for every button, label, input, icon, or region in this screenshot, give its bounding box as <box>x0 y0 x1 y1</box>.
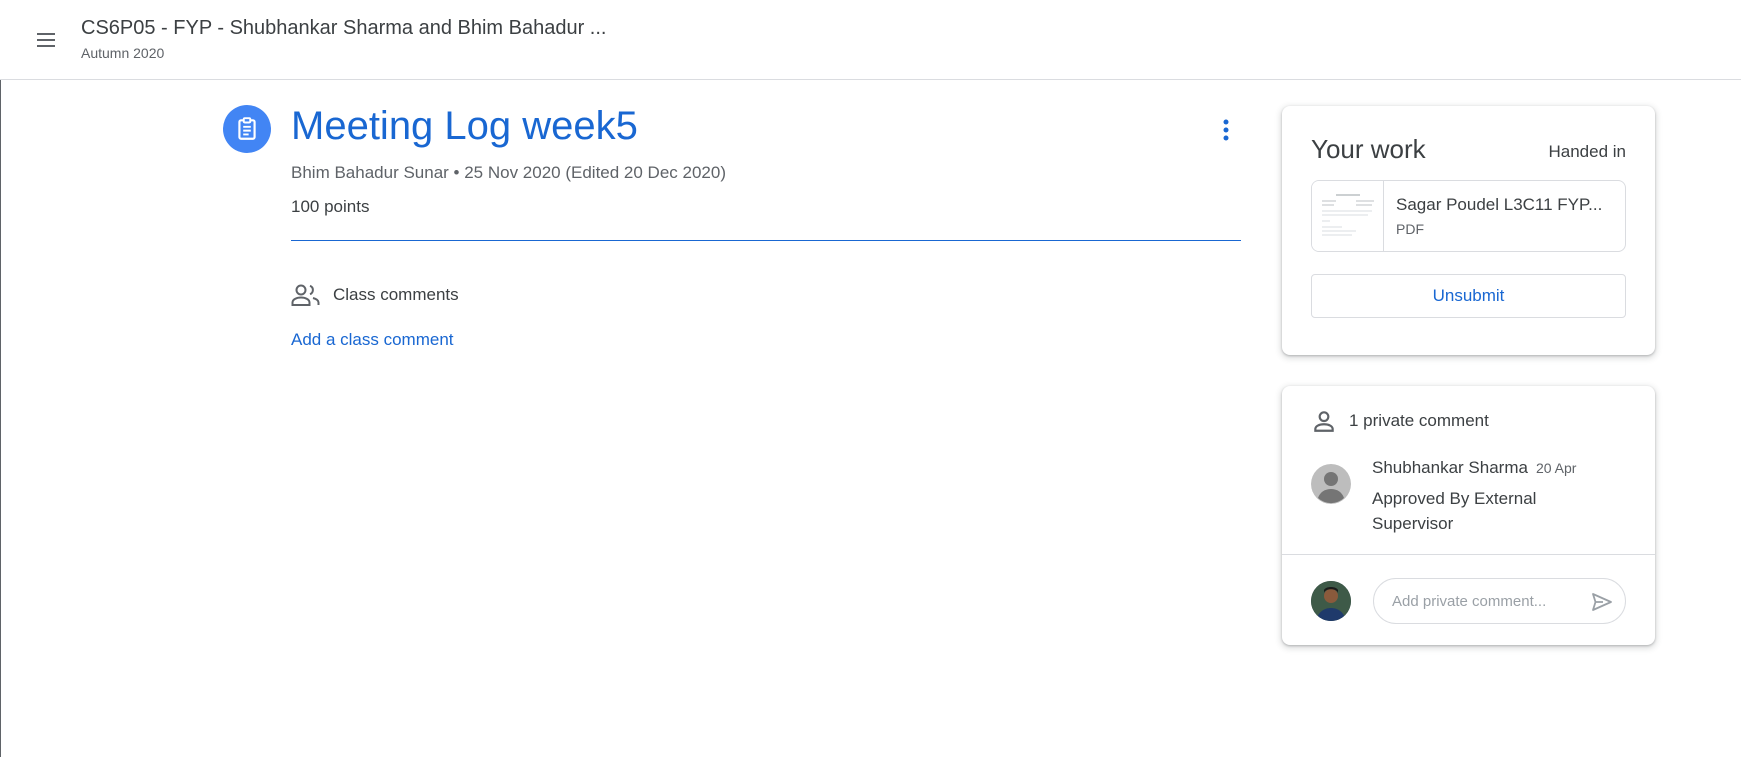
private-comments-header: 1 private comment <box>1311 408 1489 434</box>
work-status: Handed in <box>1548 142 1626 161</box>
attachment-thumbnail <box>1312 181 1384 251</box>
add-class-comment-link[interactable]: Add a class comment <box>291 330 454 350</box>
attachment-type: PDF <box>1396 221 1424 237</box>
more-vert-icon <box>1223 119 1229 141</box>
private-comment-input[interactable] <box>1392 592 1582 610</box>
title-divider <box>291 240 1241 241</box>
private-comments-count: 1 private comment <box>1349 411 1489 430</box>
attachment-card[interactable]: Sagar Poudel L3C11 FYP... PDF <box>1311 180 1626 252</box>
comment-date: 20 Apr <box>1535 460 1577 476</box>
your-work-title: Your work <box>1311 134 1426 164</box>
clipboard-icon <box>238 117 256 140</box>
send-icon <box>1592 593 1612 611</box>
user-photo-icon <box>1311 581 1351 621</box>
course-subtitle: Autumn 2020 <box>81 45 165 61</box>
private-comments-divider <box>1282 554 1655 555</box>
avatar <box>1311 464 1351 504</box>
assignment-points: 100 points <box>291 197 370 216</box>
course-title[interactable]: CS6P05 - FYP - Shubhankar Sharma and Bhi… <box>81 17 606 40</box>
comment-author-name: Shubhankar Sharma <box>1372 458 1528 477</box>
assignment-title: Meeting Log week5 <box>291 104 638 148</box>
private-comment-field[interactable] <box>1373 578 1626 624</box>
default-avatar-icon <box>1311 464 1351 504</box>
assignment-meta: Bhim Bahadur Sunar • 25 Nov 2020 (Edited… <box>291 163 726 182</box>
private-comments-card: 1 private comment Shubhankar Sharma 20 Ap… <box>1282 386 1655 645</box>
attachment-name: Sagar Poudel L3C11 FYP... <box>1396 195 1603 214</box>
unsubmit-button[interactable]: Unsubmit <box>1311 274 1626 318</box>
window-edge <box>0 0 1 757</box>
person-icon <box>1314 411 1334 432</box>
people-icon <box>291 284 320 306</box>
hamburger-menu-icon <box>37 33 55 47</box>
class-comments-label: Class comments <box>333 285 459 304</box>
your-work-card: Your work Handed in Sagar Poudel L3C11 F… <box>1282 106 1655 355</box>
comment-author: Shubhankar Sharma 20 Apr <box>1372 458 1576 478</box>
send-button[interactable] <box>1589 589 1615 615</box>
assignment-icon <box>223 105 271 153</box>
document-thumbnail-icon <box>1318 189 1378 247</box>
main-menu-button[interactable] <box>22 22 70 58</box>
current-user-avatar <box>1311 581 1351 621</box>
more-options-button[interactable] <box>1210 114 1242 146</box>
class-comments-header: Class comments <box>291 283 459 307</box>
top-app-bar: CS6P05 - FYP - Shubhankar Sharma and Bhi… <box>0 0 1741 80</box>
comment-text: Approved By External Supervisor <box>1372 489 1537 533</box>
